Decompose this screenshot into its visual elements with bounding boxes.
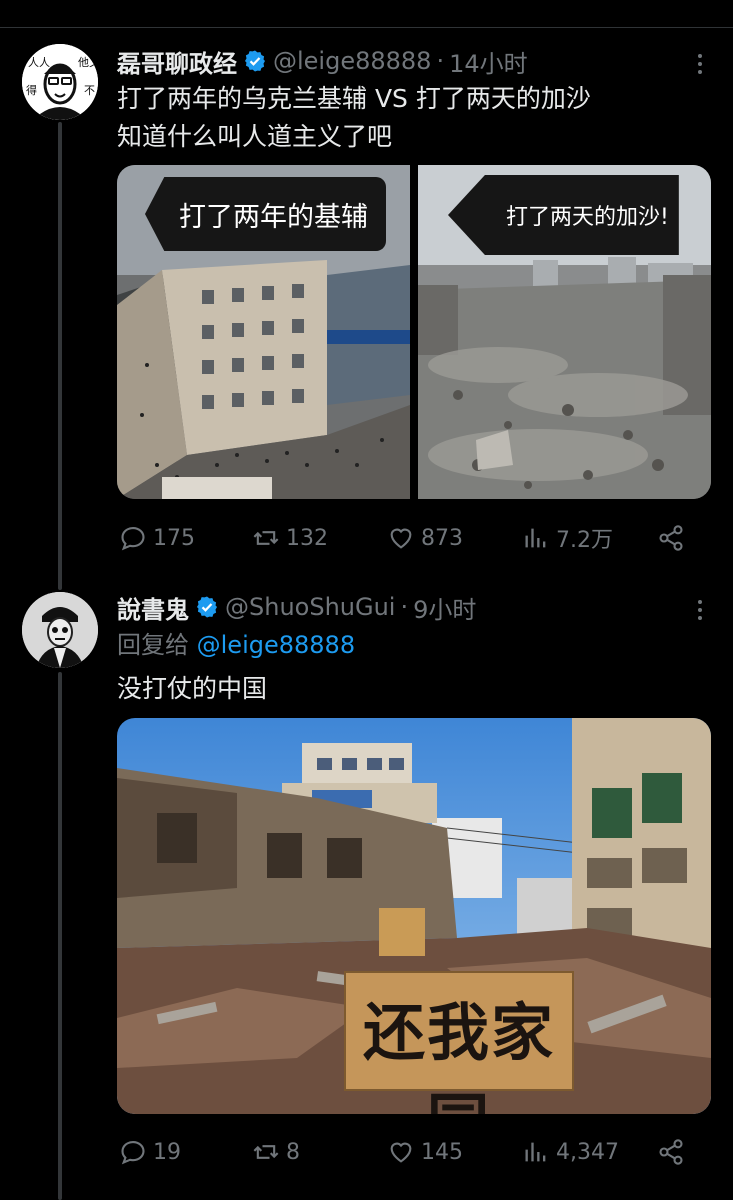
more-dots-icon[interactable] bbox=[695, 50, 705, 78]
tweet-actions: 175 132 873 7.2万 bbox=[117, 522, 692, 554]
avatar[interactable] bbox=[22, 592, 98, 668]
repost-button[interactable]: 8 bbox=[252, 1138, 300, 1166]
like-count: 873 bbox=[421, 525, 463, 551]
views-chart-icon bbox=[525, 1142, 546, 1162]
views-count: 4,347 bbox=[556, 1139, 619, 1165]
reply-count: 175 bbox=[153, 525, 195, 551]
svg-text:人人: 人人 bbox=[28, 56, 50, 69]
avatar[interactable]: 人人 他又 得 不 bbox=[22, 44, 98, 120]
reply-count: 19 bbox=[153, 1139, 181, 1165]
media-image-ruins[interactable]: 还我家园 bbox=[117, 718, 711, 1114]
views-button[interactable]: 7.2万 bbox=[522, 522, 613, 554]
share-icon bbox=[659, 525, 683, 551]
reply-button[interactable]: 19 bbox=[119, 1138, 181, 1166]
views-count: 7.2万 bbox=[556, 528, 613, 553]
display-name[interactable]: 磊哥聊政经 bbox=[117, 44, 237, 79]
repost-icon bbox=[253, 1145, 279, 1159]
heart-icon bbox=[390, 528, 412, 549]
like-button[interactable]: 145 bbox=[387, 1138, 463, 1166]
media-image-gaza[interactable]: 打了两天的加沙! bbox=[418, 165, 711, 499]
user-handle[interactable]: @ShuoShuGui bbox=[225, 593, 395, 621]
sign-text: 还我家园 bbox=[362, 996, 555, 1114]
tweet-header: 說書鬼 @ShuoShuGui · 9小时 bbox=[117, 590, 476, 624]
reply-label: 回复给 bbox=[117, 631, 189, 659]
share-icon bbox=[659, 1139, 683, 1165]
separator-dot: · bbox=[436, 47, 445, 75]
views-button[interactable]: 4,347 bbox=[522, 1138, 619, 1166]
tweet-text-line: 打了两年的乌克兰基辅 VS 打了两天的加沙 bbox=[117, 84, 591, 113]
tweet-text: 没打仗的中国 bbox=[117, 674, 268, 703]
reply-icon bbox=[121, 527, 145, 551]
share-button[interactable] bbox=[657, 524, 685, 552]
thread-connector-line bbox=[58, 672, 62, 1200]
views-chart-icon bbox=[525, 528, 546, 548]
svg-text:得: 得 bbox=[26, 84, 37, 97]
share-button[interactable] bbox=[657, 1138, 685, 1166]
user-handle[interactable]: @leige88888 bbox=[273, 47, 431, 75]
reply-icon bbox=[121, 1141, 145, 1165]
timestamp[interactable]: 14小时 bbox=[449, 44, 528, 79]
reply-button[interactable]: 175 bbox=[119, 524, 195, 552]
reply-mention-link[interactable]: @leige88888 bbox=[197, 631, 355, 659]
top-divider bbox=[0, 27, 733, 28]
repost-count: 132 bbox=[286, 525, 328, 551]
image-caption: 打了两年的基辅 bbox=[145, 177, 386, 251]
tweet-text: 打了两年的乌克兰基辅 VS 打了两天的加沙 知道什么叫人道主义了吧 bbox=[117, 80, 591, 156]
more-dots-icon[interactable] bbox=[695, 596, 705, 624]
tweet-text-line: 知道什么叫人道主义了吧 bbox=[117, 122, 393, 151]
media-image-kyiv[interactable]: 打了两年的基辅 bbox=[117, 165, 410, 499]
svg-text:他又: 他又 bbox=[78, 56, 98, 69]
like-count: 145 bbox=[421, 1139, 463, 1165]
separator-dot: · bbox=[400, 593, 409, 621]
thread-connector-line bbox=[58, 122, 62, 590]
tweet-media[interactable]: 打了两年的基辅 打了两天的加沙! bbox=[117, 165, 711, 499]
repost-button[interactable]: 132 bbox=[252, 524, 328, 552]
image-caption: 打了两天的加沙! bbox=[448, 175, 679, 255]
repost-count: 8 bbox=[286, 1139, 300, 1165]
heart-icon bbox=[390, 1142, 412, 1163]
timestamp[interactable]: 9小时 bbox=[413, 590, 476, 625]
verified-badge-icon bbox=[195, 595, 219, 619]
repost-icon bbox=[253, 531, 279, 545]
replying-to: 回复给 @leige88888 bbox=[117, 628, 355, 662]
display-name[interactable]: 說書鬼 bbox=[117, 590, 189, 625]
verified-badge-icon bbox=[243, 49, 267, 73]
like-button[interactable]: 873 bbox=[387, 524, 463, 552]
svg-text:不: 不 bbox=[84, 84, 95, 97]
tweet-header: 磊哥聊政经 @leige88888 · 14小时 bbox=[117, 44, 528, 78]
tweet-actions: 19 8 145 4,347 bbox=[117, 1136, 692, 1168]
